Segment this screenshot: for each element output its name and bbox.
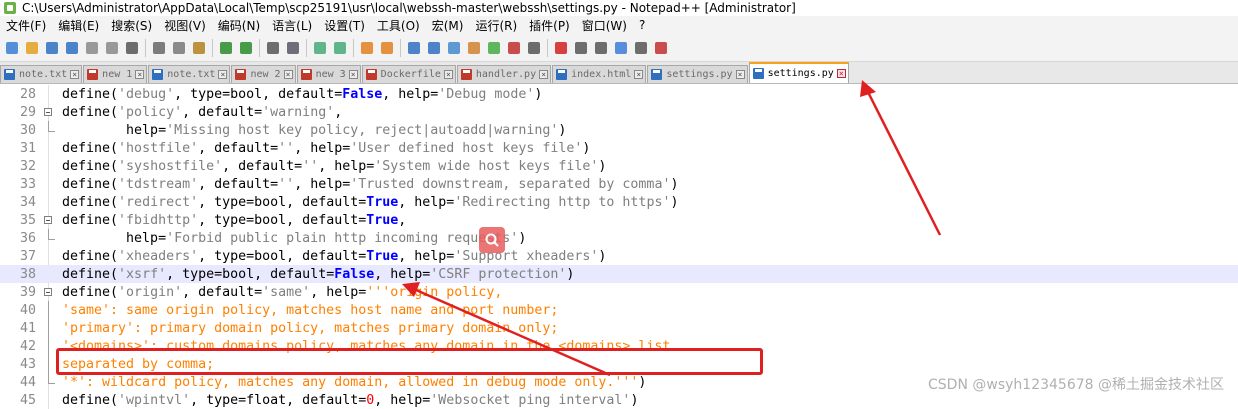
watermark-juejin: @稀土掘金技术社区 — [1098, 377, 1224, 393]
arrow-to-line — [402, 282, 611, 377]
watermark: CSDN @wsyh12345678 @稀土掘金技术社区 — [928, 374, 1224, 394]
watermark-csdn: CSDN @wsyh12345678 — [928, 377, 1094, 393]
annotation-arrows — [402, 80, 942, 377]
arrow-to-tab — [860, 80, 942, 236]
